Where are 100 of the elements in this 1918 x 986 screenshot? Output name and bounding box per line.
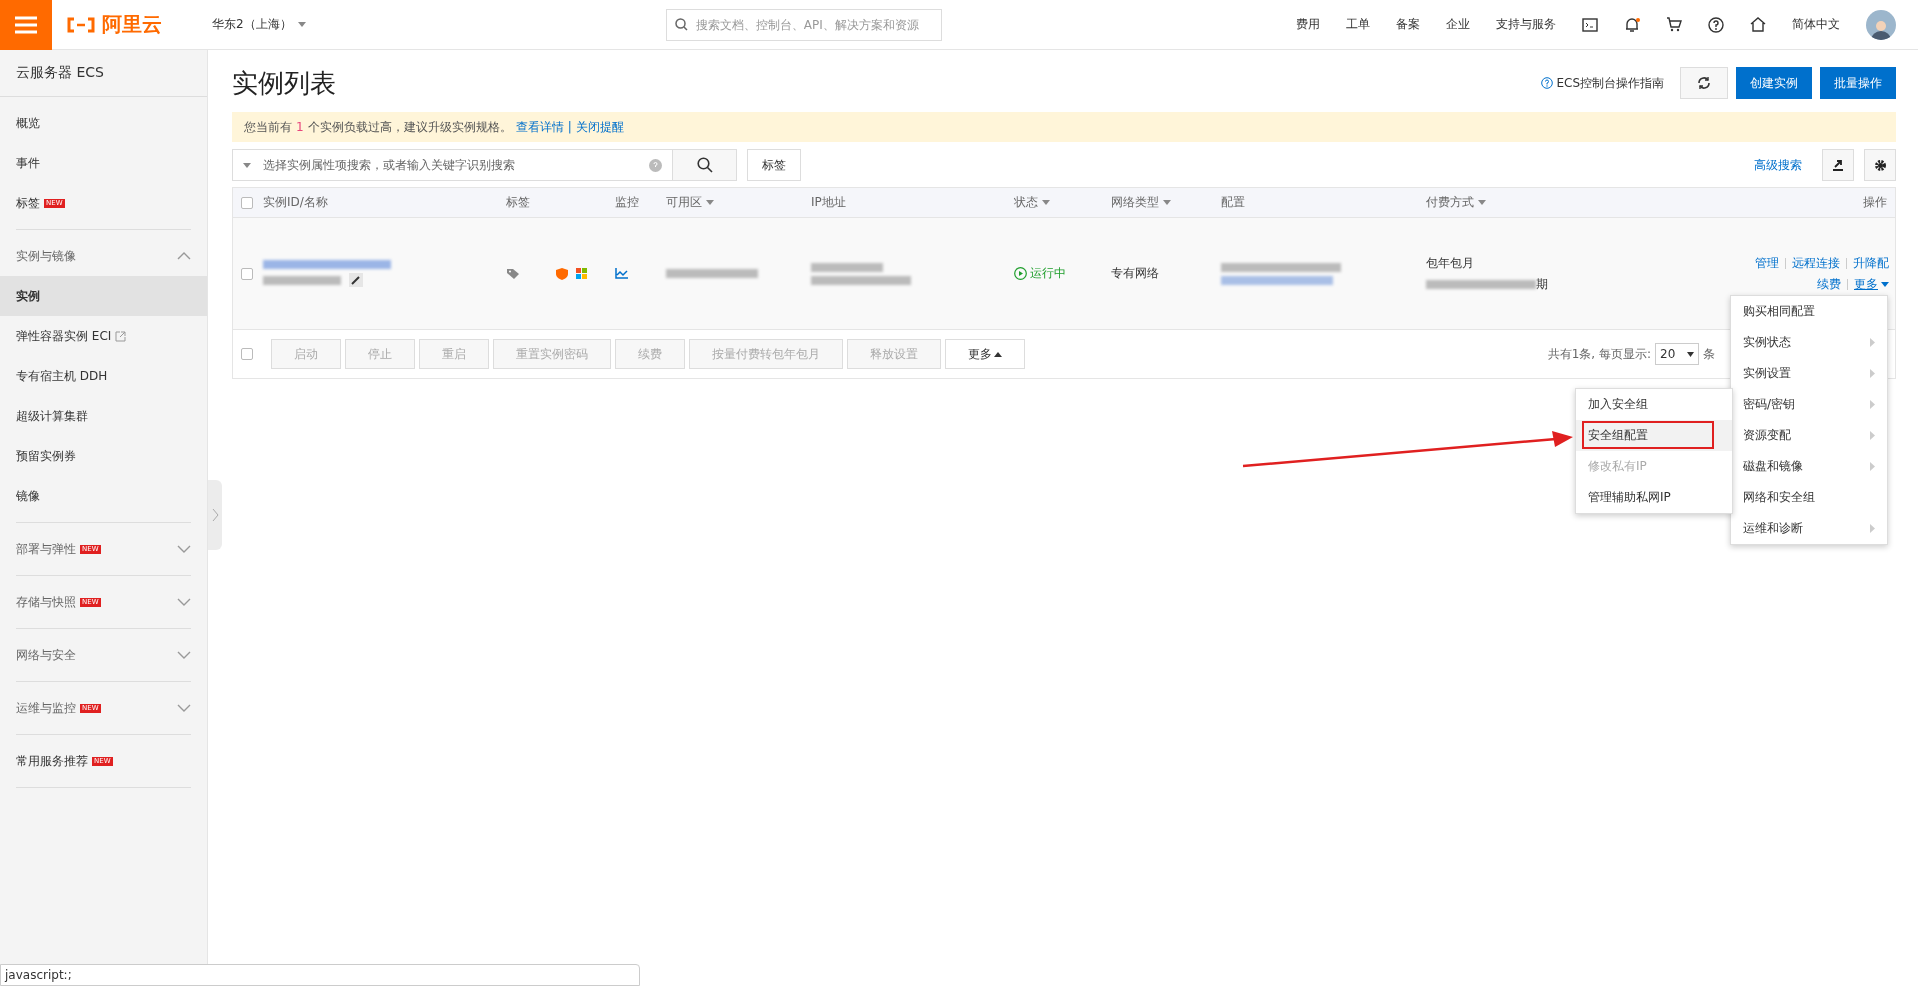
collapse-handle[interactable] xyxy=(208,480,222,550)
menu-item[interactable]: 实例状态 xyxy=(1731,327,1887,358)
column-header: 实例ID/名称 xyxy=(263,194,328,211)
chart-icon[interactable] xyxy=(615,268,628,279)
nav-link[interactable]: 企业 xyxy=(1446,16,1470,33)
menu-item[interactable]: 安全组配置 xyxy=(1576,420,1732,451)
page-size-select[interactable]: 20 xyxy=(1655,343,1699,365)
help-icon[interactable] xyxy=(1708,16,1724,33)
search-field[interactable]: 搜索文档、控制台、API、解决方案和资源 xyxy=(665,8,942,41)
submenu-arrow-icon xyxy=(1870,462,1875,471)
action-link[interactable]: 更多 xyxy=(1854,275,1889,293)
search-icon xyxy=(696,157,713,173)
network-type: 专有网络 xyxy=(1111,265,1160,282)
sidebar-item[interactable]: 超级计算集群 xyxy=(0,396,207,436)
action-link[interactable]: 升降配 xyxy=(1853,254,1889,272)
nav-link[interactable]: 费用 xyxy=(1296,16,1320,33)
chevron-icon[interactable] xyxy=(177,704,191,712)
chevron-icon[interactable] xyxy=(177,651,191,659)
menu-item[interactable]: 购买相同配置 xyxy=(1731,296,1887,327)
help-icon xyxy=(649,158,662,172)
sidebar-item[interactable]: 实例 xyxy=(0,276,207,316)
checkbox[interactable] xyxy=(241,348,253,360)
sidebar-item[interactable]: 事件 xyxy=(0,143,207,183)
submenu-arrow-icon xyxy=(1870,524,1875,533)
separator: | xyxy=(567,120,572,134)
primary-button[interactable]: 批量操作 xyxy=(1820,67,1896,99)
bell-icon[interactable] xyxy=(1624,16,1640,33)
action-link[interactable]: 远程连接 xyxy=(1792,254,1840,272)
refresh-icon xyxy=(1697,76,1711,90)
action-link[interactable]: 管理 xyxy=(1755,254,1779,272)
submenu-arrow-icon xyxy=(1870,369,1875,378)
notice-link[interactable]: 查看详情 xyxy=(515,118,564,136)
tag-icon[interactable] xyxy=(506,267,520,280)
menu-item[interactable]: 运维和诊断 xyxy=(1731,513,1887,544)
chevron-icon[interactable] xyxy=(177,545,191,553)
submenu-arrow-icon xyxy=(1870,431,1875,440)
expiry-text: 期 xyxy=(1536,275,1548,293)
logo-icon xyxy=(66,16,96,33)
page-title: 实例列表 xyxy=(232,66,336,100)
search-button[interactable] xyxy=(673,149,737,181)
notice-text: 个实例负载过高，建议升级实例规格。 xyxy=(307,118,512,136)
refresh-button[interactable] xyxy=(1680,67,1728,99)
avatar[interactable] xyxy=(1866,9,1896,40)
caret-icon xyxy=(706,200,714,205)
billing-type: 包年包月 xyxy=(1426,254,1475,272)
terminal-icon[interactable] xyxy=(1582,17,1598,32)
checkbox[interactable] xyxy=(241,267,253,280)
search-icon xyxy=(674,18,688,31)
help-icon xyxy=(1541,77,1554,89)
column-header: 监控 xyxy=(615,194,639,211)
action-link[interactable]: 续费 xyxy=(1817,275,1841,293)
action-button[interactable]: 更多 xyxy=(945,339,1025,369)
language-link[interactable]: 简体中文 xyxy=(1792,16,1840,33)
chevron-icon[interactable] xyxy=(177,598,191,606)
region-selector[interactable]: 华东2（上海） xyxy=(206,15,312,34)
sidebar-group[interactable]: 实例与镜像 xyxy=(16,236,191,276)
tag-button[interactable]: 标签 xyxy=(747,149,801,181)
chevron-icon[interactable] xyxy=(177,252,191,260)
sidebar-item[interactable]: 镜像 xyxy=(0,476,207,516)
external-link-icon xyxy=(115,330,127,342)
caret-icon xyxy=(994,351,1002,357)
menu-icon xyxy=(15,15,37,34)
menu-button[interactable] xyxy=(0,0,52,50)
menu-item[interactable]: 实例设置 xyxy=(1731,358,1887,389)
submenu-arrow-icon xyxy=(1870,400,1875,409)
export-button[interactable] xyxy=(1822,149,1854,181)
nav-link[interactable]: 支持与服务 xyxy=(1496,16,1556,33)
caret-icon xyxy=(1163,200,1171,205)
home-icon[interactable] xyxy=(1750,17,1766,32)
cart-icon[interactable] xyxy=(1666,17,1682,32)
column-header[interactable]: 状态 xyxy=(1014,194,1038,211)
guide-link[interactable]: ECS控制台操作指南 xyxy=(1541,74,1664,92)
nav-link[interactable]: 工单 xyxy=(1346,16,1370,33)
column-header[interactable]: 网络类型 xyxy=(1111,194,1159,211)
menu-item[interactable]: 加入安全组 xyxy=(1576,389,1732,420)
notice-text: 您当前有 xyxy=(244,118,292,136)
caret-icon xyxy=(1478,200,1486,205)
advanced-search-link[interactable]: 高级搜索 xyxy=(1754,156,1802,174)
windows-icon xyxy=(576,268,587,279)
nav-link[interactable]: 备案 xyxy=(1396,16,1420,33)
column-header: 操作 xyxy=(1863,194,1887,211)
sidebar-item[interactable]: 预留实例券 xyxy=(0,436,207,476)
column-header[interactable]: 付费方式 xyxy=(1426,194,1474,211)
sidebar-item[interactable]: 概览 xyxy=(0,103,207,143)
menu-item[interactable]: 管理辅助私网IP xyxy=(1576,482,1732,513)
sidebar-group[interactable]: 网络与安全 xyxy=(16,635,191,675)
status-text: 运行中 xyxy=(1014,265,1111,282)
notice-link[interactable]: 关闭提醒 xyxy=(575,118,624,136)
export-icon xyxy=(1831,159,1845,171)
column-header[interactable]: 可用区 xyxy=(666,194,702,211)
filter-field[interactable]: 选择实例属性项搜索，或者输入关键字识别搜索 xyxy=(232,149,673,181)
pagination-unit: 条 xyxy=(1703,345,1715,363)
sidebar-item[interactable]: 专有宿主机 DDH xyxy=(0,356,207,396)
settings-button[interactable] xyxy=(1864,149,1896,181)
primary-button[interactable]: 创建实例 xyxy=(1736,67,1812,99)
sidebar-item[interactable]: 弹性容器实例 ECI xyxy=(0,316,207,356)
edit-icon[interactable] xyxy=(349,273,363,287)
column-header: 配置 xyxy=(1221,194,1245,211)
checkbox[interactable] xyxy=(241,196,253,209)
play-icon xyxy=(1014,267,1027,280)
